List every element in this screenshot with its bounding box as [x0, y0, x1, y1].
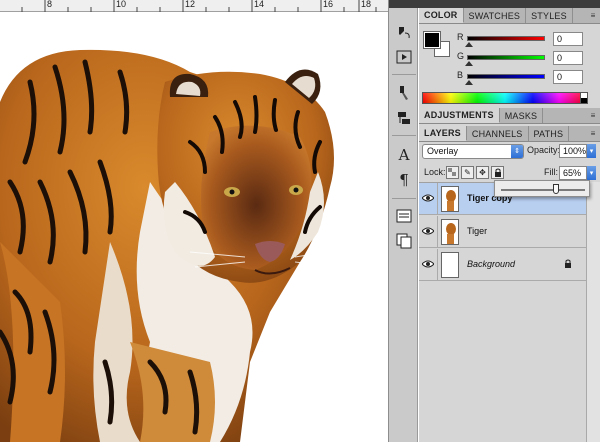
ruler-label: 10	[116, 0, 127, 9]
horizontal-ruler[interactable]: 8 10 12 14 16 18 20 22	[0, 0, 388, 12]
ruler-label: 14	[254, 0, 265, 9]
layer-name[interactable]: Background	[467, 259, 515, 269]
visibility-eye-icon[interactable]	[421, 191, 435, 205]
fill-slider-popup	[494, 180, 590, 197]
blend-mode-select[interactable]: Overlay ⇕	[422, 144, 524, 159]
red-value-input[interactable]: 0	[553, 32, 583, 46]
red-slider-track[interactable]	[467, 36, 545, 41]
tab-paths[interactable]: PATHS	[529, 126, 570, 141]
panel-menu-icon[interactable]: ≡	[586, 126, 600, 141]
strip-grip[interactable]	[389, 0, 419, 8]
lock-pixels-icon[interactable]: ✎	[461, 166, 474, 179]
ruler-label: 18	[361, 0, 372, 9]
panel-grip[interactable]	[419, 0, 600, 8]
layer-name[interactable]: Tiger	[467, 226, 487, 236]
adjustments-tabbar: ADJUSTMENTS MASKS ≡	[419, 108, 600, 124]
green-slider-thumb[interactable]	[465, 61, 473, 66]
tab-color[interactable]: COLOR	[419, 8, 464, 23]
brush-presets-icon[interactable]	[393, 83, 415, 103]
lock-transparency-icon[interactable]	[446, 166, 459, 179]
color-panel: R 0 G 0 B 0	[419, 24, 600, 108]
tab-channels[interactable]: CHANNELS	[467, 126, 529, 141]
fill-label: Fill:	[544, 167, 558, 177]
visibility-eye-icon[interactable]	[421, 257, 435, 271]
layers-scrollbar[interactable]	[586, 182, 600, 442]
tiger-image	[0, 49, 341, 442]
ruler-label: 12	[185, 0, 196, 9]
character-icon[interactable]: A	[393, 145, 415, 165]
green-slider-track[interactable]	[467, 55, 545, 60]
color-tabbar: COLOR SWATCHES STYLES ≡	[419, 8, 600, 24]
layer-thumbnail	[441, 252, 459, 278]
tab-layers[interactable]: LAYERS	[419, 126, 467, 141]
blue-slider-track[interactable]	[467, 74, 545, 79]
clone-source-icon[interactable]	[393, 108, 415, 128]
foreground-color-swatch[interactable]	[423, 31, 441, 49]
fill-dropdown-icon[interactable]: ▾	[587, 166, 596, 180]
blue-slider-row: B 0	[457, 70, 597, 85]
panel-menu-icon[interactable]: ≡	[586, 108, 600, 123]
layers-tabbar: LAYERS CHANNELS PATHS ≡	[419, 126, 600, 142]
opacity-dropdown-icon[interactable]: ▾	[587, 144, 596, 158]
play-action-icon[interactable]	[393, 47, 415, 67]
color-spectrum-ramp[interactable]	[422, 92, 588, 104]
channel-label: R	[457, 32, 464, 42]
lock-icon	[564, 259, 572, 270]
layer-row[interactable]: Tiger	[419, 216, 586, 248]
lock-all-icon[interactable]	[491, 166, 504, 179]
ruler-label: 16	[323, 0, 334, 9]
blue-slider-thumb[interactable]	[465, 80, 473, 85]
blend-mode-value: Overlay	[427, 146, 459, 156]
lock-position-icon[interactable]: ✥	[476, 166, 489, 179]
green-value-input[interactable]: 0	[553, 51, 583, 65]
ruler-label: 8	[47, 0, 53, 9]
layer-comps-icon[interactable]	[393, 231, 415, 251]
collapsed-panel-strip: A ¶	[388, 0, 419, 442]
panel-dock: COLOR SWATCHES STYLES ≡ R 0 G 0 B 0 ADJU…	[419, 0, 600, 442]
red-slider-row: R 0	[457, 32, 597, 47]
blue-value-input[interactable]: 0	[553, 70, 583, 84]
layer-thumbnail	[441, 186, 459, 212]
tab-masks[interactable]: MASKS	[500, 108, 544, 123]
panel-menu-icon[interactable]: ≡	[586, 8, 600, 23]
notes-icon[interactable]	[393, 206, 415, 226]
paragraph-icon[interactable]: ¶	[393, 170, 415, 190]
tab-styles[interactable]: STYLES	[526, 8, 573, 23]
channel-label: G	[457, 51, 465, 61]
history-brush-icon[interactable]	[393, 22, 415, 42]
layer-thumbnail	[441, 219, 459, 245]
channel-label: B	[457, 70, 464, 80]
tab-swatches[interactable]: SWATCHES	[464, 8, 527, 23]
tab-adjustments[interactable]: ADJUSTMENTS	[419, 108, 500, 123]
chevron-updown-icon: ⇕	[511, 145, 523, 158]
layers-panel: LAYERS CHANNELS PATHS ≡ Overlay ⇕ Opacit…	[419, 126, 600, 442]
red-slider-thumb[interactable]	[465, 42, 473, 47]
lock-label: Lock:	[424, 167, 446, 177]
black-white-ramp[interactable]	[580, 92, 588, 104]
visibility-eye-icon[interactable]	[421, 224, 435, 238]
fill-input[interactable]: 65%	[559, 166, 587, 180]
green-slider-row: G 0	[457, 51, 597, 66]
fill-slider-thumb[interactable]	[552, 184, 559, 194]
opacity-label: Opacity:	[527, 145, 561, 155]
document-canvas[interactable]: 8 10 12 14 16 18 20 22	[0, 0, 388, 442]
fill-slider-track[interactable]	[501, 189, 585, 191]
opacity-input[interactable]: 100%	[559, 144, 587, 158]
layer-row[interactable]: Background	[419, 249, 586, 281]
